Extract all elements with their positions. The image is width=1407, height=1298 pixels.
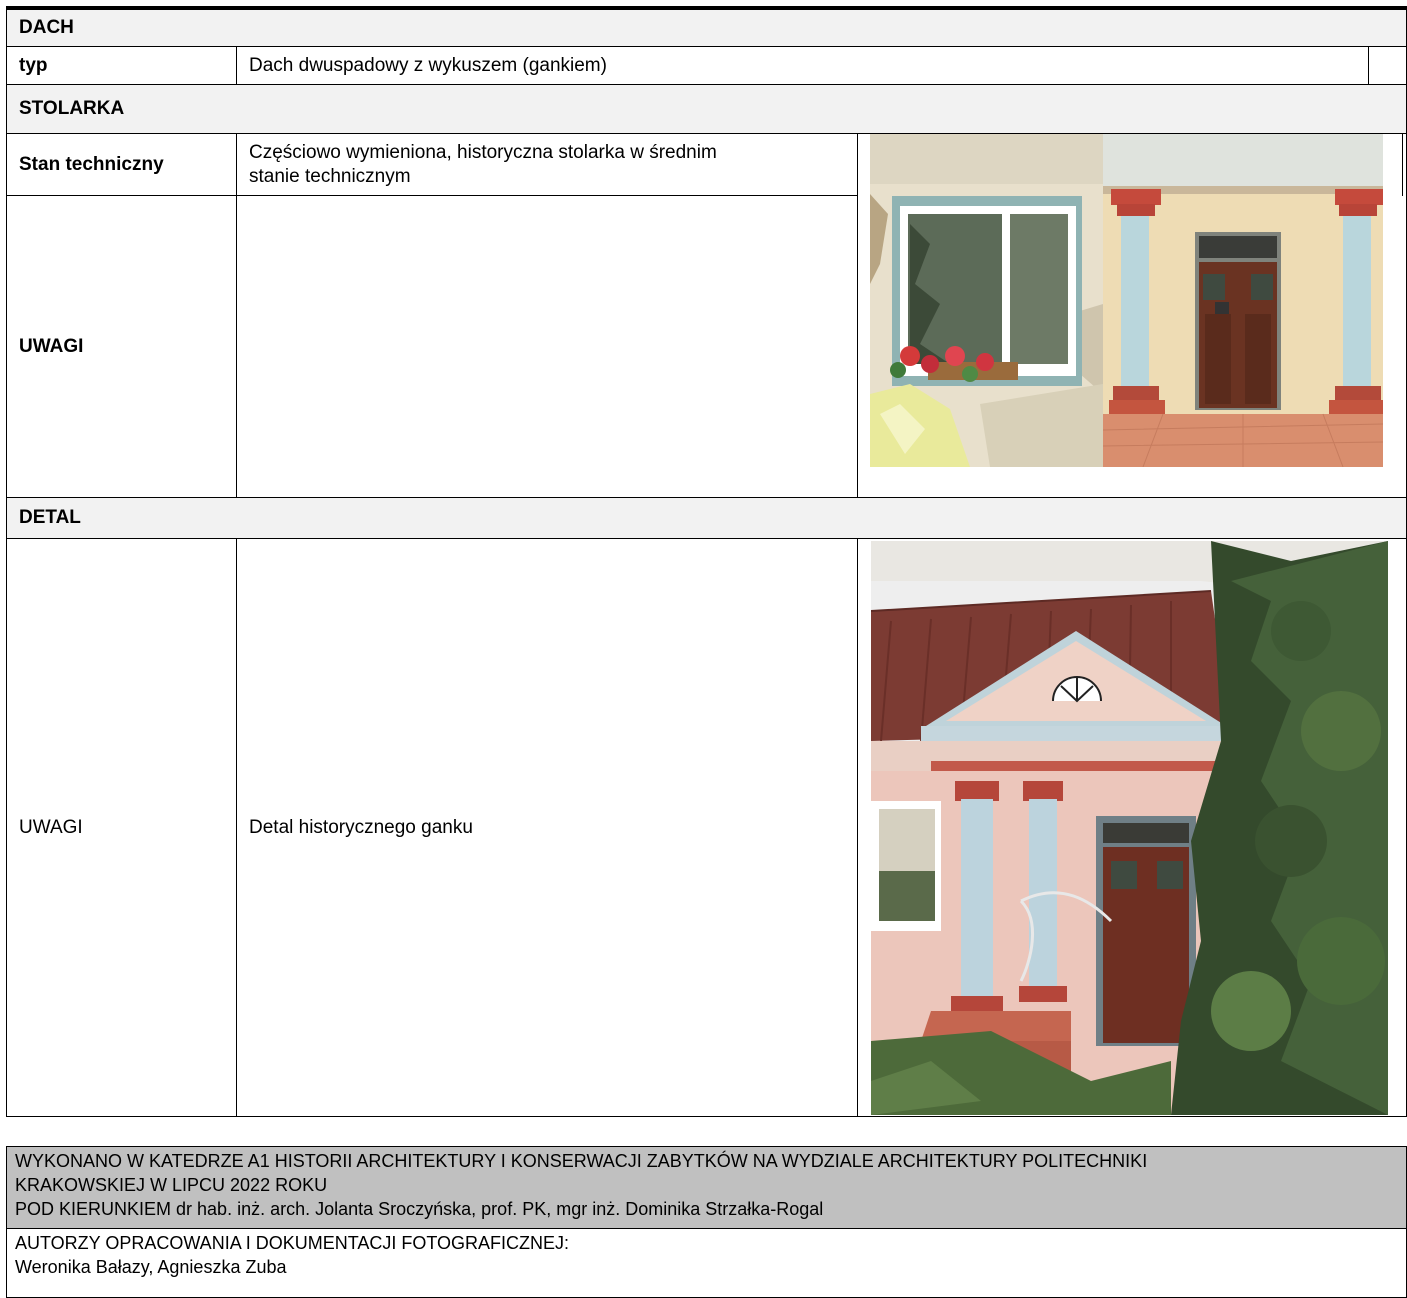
section-heading-detal: DETAL (6, 497, 1407, 539)
dach-type-label-text: typ (19, 54, 48, 76)
footer-authors-label: AUTORZY OPRACOWANIA I DOKUMENTACJI FOTOG… (15, 1233, 570, 1253)
window-photo (870, 134, 1103, 467)
section-heading-stolarka: STOLARKA (6, 84, 1407, 134)
stan-value-line-1: Częściowo wymieniona, historyczna stolar… (249, 141, 717, 163)
stan-techniczny-label: Stan techniczny (6, 133, 237, 196)
section-heading-dach: DACH (6, 9, 1407, 47)
footer-line-3: POD KIERUNKIEM dr hab. inż. arch. Jolant… (15, 1199, 824, 1219)
footer-credits-box: WYKONANO W KATEDRZE A1 HISTORII ARCHITEK… (6, 1146, 1407, 1229)
footer-authors-box: AUTORZY OPRACOWANIA I DOKUMENTACJI FOTOG… (6, 1228, 1407, 1298)
stolarka-heading-text: STOLARKA (19, 98, 125, 119)
detal-uwagi-value: Detal historycznego ganku (236, 538, 858, 1117)
detal-uwagi-label: UWAGI (6, 538, 237, 1117)
stolarka-uwagi-value (236, 195, 858, 498)
footer-line-2: KRAKOWSKIEJ W LIPCU 2022 ROKU (15, 1175, 328, 1195)
stolarka-uwagi-label-text: UWAGI (19, 335, 84, 357)
stolarka-uwagi-label: UWAGI (6, 195, 237, 498)
dach-type-value: Dach dwuspadowy z wykuszem (gankiem) (236, 46, 1369, 85)
footer-line-1: WYKONANO W KATEDRZE A1 HISTORII ARCHITEK… (15, 1151, 1148, 1171)
detal-heading-text: DETAL (19, 507, 81, 528)
stan-techniczny-value: Częściowo wymieniona, historyczna stolar… (236, 133, 858, 196)
cell-divider (1402, 134, 1403, 196)
dach-heading-text: DACH (19, 17, 74, 38)
detal-uwagi-label-text: UWAGI (19, 816, 83, 838)
dach-type-label: typ (6, 46, 237, 85)
door-photo (1103, 134, 1383, 467)
footer-authors-names: Weronika Bałazy, Agnieszka Zuba (15, 1257, 287, 1277)
dach-empty-cell (1368, 46, 1407, 85)
detal-uwagi-value-text: Detal historycznego ganku (249, 816, 473, 838)
stan-value-line-2: stanie technicznym (249, 165, 411, 187)
dach-type-value-text: Dach dwuspadowy z wykuszem (gankiem) (249, 54, 607, 76)
porch-photo (871, 541, 1388, 1115)
stan-techniczny-label-text: Stan techniczny (19, 153, 164, 175)
